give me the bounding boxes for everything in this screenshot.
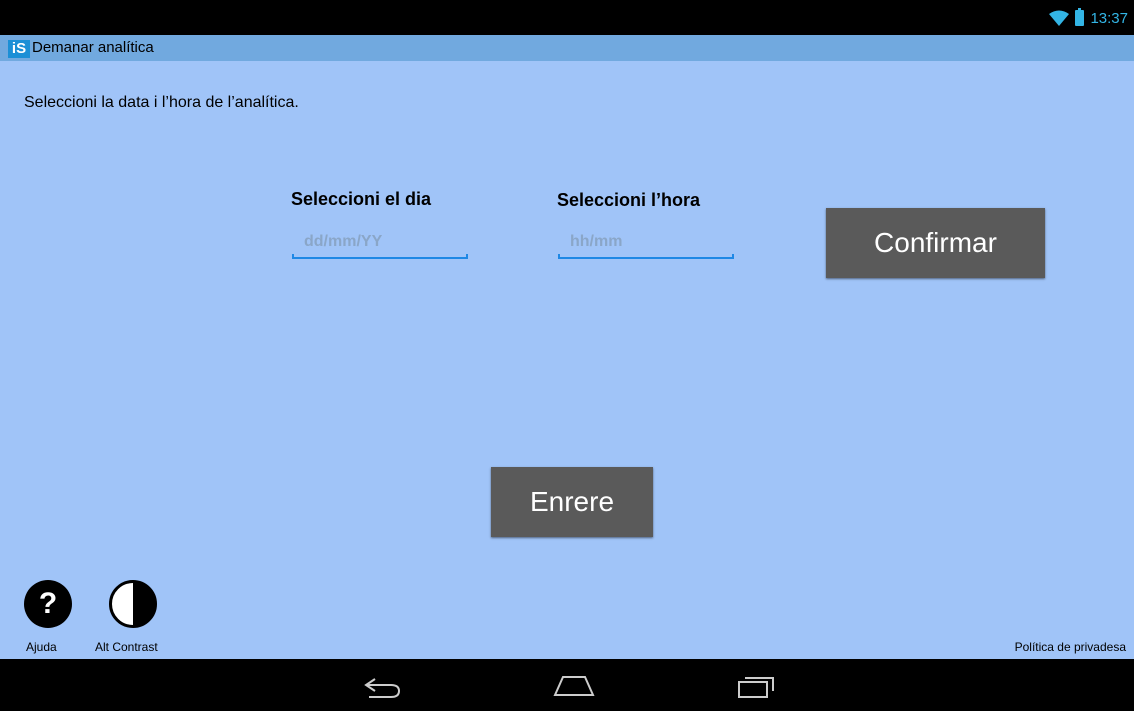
time-label: Seleccioni l’hora (557, 190, 701, 210)
help-icon[interactable]: ? (24, 580, 72, 628)
recents-icon[interactable] (731, 669, 781, 701)
date-input[interactable] (292, 228, 468, 256)
instruction-text: Seleccioni la data i l’hora de l’analíti… (24, 94, 299, 111)
date-input-underline (292, 254, 468, 259)
home-icon[interactable] (549, 669, 599, 701)
back-button[interactable]: Enrere (491, 467, 653, 537)
back-icon[interactable] (357, 669, 407, 701)
status-bar: 13:37 (0, 0, 1134, 35)
privacy-policy-link[interactable]: Política de privadesa (1015, 640, 1126, 654)
battery-icon (1075, 8, 1085, 26)
navigation-bar (0, 659, 1134, 711)
time-input[interactable] (558, 228, 734, 256)
date-label: Seleccioni el dia (291, 189, 432, 209)
confirm-button[interactable]: Confirmar (826, 208, 1045, 278)
help-label: Ajuda (26, 640, 57, 654)
contrast-label: Alt Contrast (95, 640, 158, 654)
time-input-underline (558, 254, 734, 259)
wifi-icon (1049, 10, 1070, 26)
action-bar (0, 35, 1134, 61)
status-time: 13:37 (1090, 9, 1128, 27)
app-title: Demanar analítica (32, 39, 154, 56)
contrast-icon[interactable] (109, 580, 157, 628)
status-icons: 13:37 (1049, 8, 1128, 28)
app-logo-icon: iS (8, 40, 30, 58)
